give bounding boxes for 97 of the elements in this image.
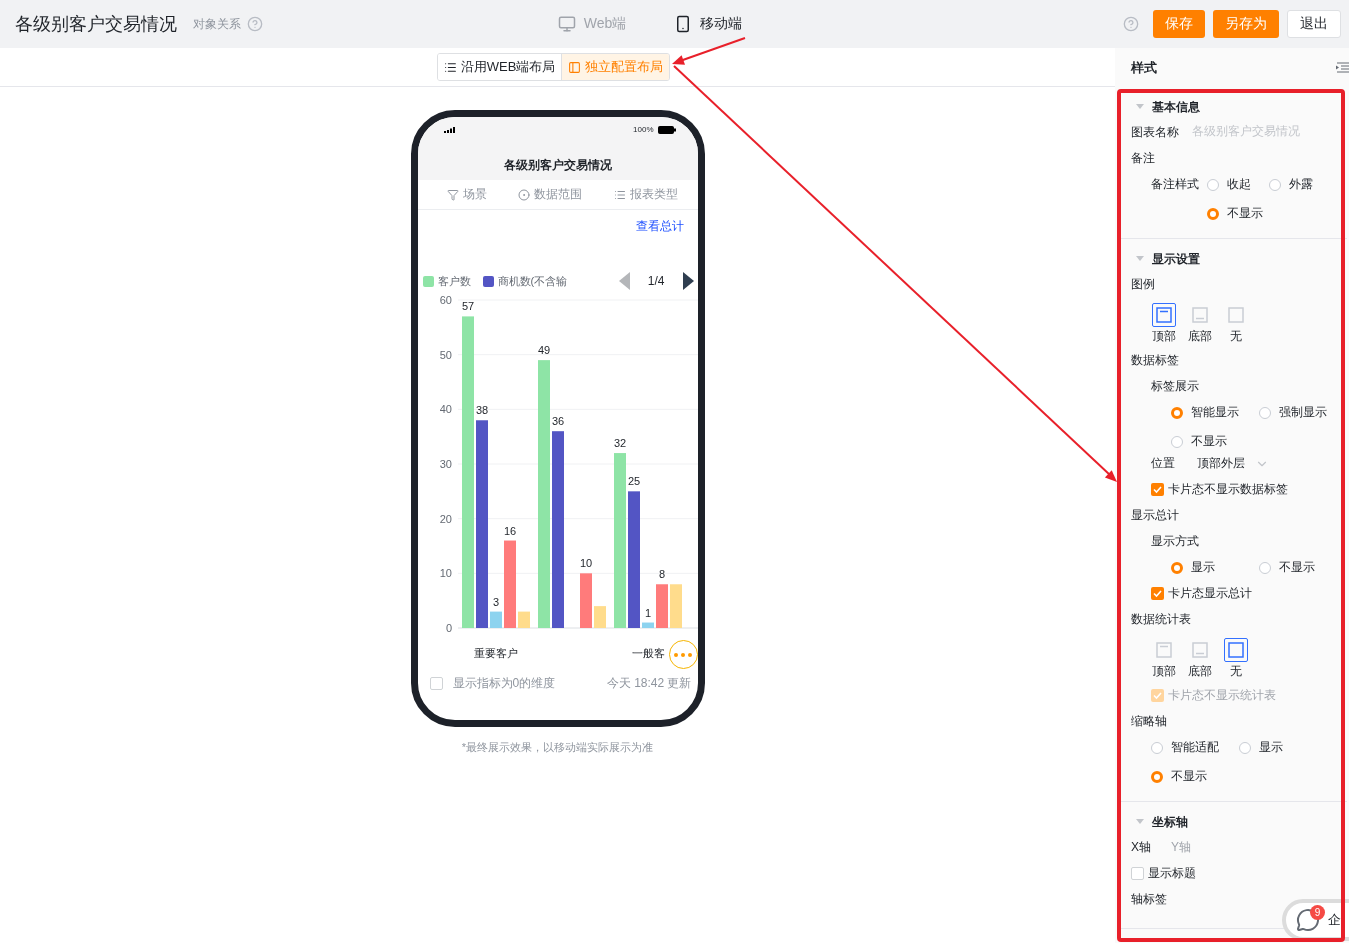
group-label: 轴标签	[1131, 891, 1167, 908]
preview-note: *最终展示效果，以移动端实际展示为准	[461, 740, 654, 755]
legend-label: 商机数(不含输	[497, 273, 568, 289]
radio-option[interactable]: 强制显示	[1259, 404, 1339, 421]
top-layout-icon	[1156, 307, 1172, 323]
radio-option[interactable]: 显示	[1171, 559, 1251, 576]
checkbox-option[interactable]: 卡片态不显示数据标签	[1151, 481, 1288, 498]
legend-label: 客户数	[437, 273, 471, 289]
data-label: 10	[579, 557, 592, 570]
view-total-link[interactable]: 查看总计	[635, 218, 684, 235]
update-time: 今天 18:42 更新	[606, 675, 692, 692]
data-label: 57	[461, 300, 474, 313]
checkmark-icon	[1153, 691, 1162, 700]
list-icon	[443, 60, 457, 74]
empty-layout-icon	[1228, 307, 1244, 323]
radio-option[interactable]: 收起	[1207, 176, 1261, 193]
layout-option[interactable]: 顶部	[1151, 638, 1177, 680]
data-label: 1	[644, 606, 651, 619]
data-label: 16	[503, 524, 516, 537]
field-label: 图表名称	[1131, 124, 1179, 141]
collapse-icon[interactable]	[1336, 62, 1349, 73]
section-header[interactable]: 坐标轴	[1131, 810, 1343, 834]
group-label: 数据统计表	[1131, 611, 1191, 628]
data-label: 38	[475, 404, 488, 417]
layout-option[interactable]: 底部	[1187, 638, 1213, 680]
page-indicator: 1/4	[647, 274, 665, 288]
signal-icon	[443, 126, 455, 133]
list-icon	[613, 188, 626, 201]
panel-title: 样式	[1131, 58, 1157, 77]
data-label: 36	[551, 415, 564, 428]
layout-option[interactable]: 底部	[1187, 303, 1213, 345]
monitor-icon	[557, 15, 576, 33]
caret-down-icon	[1136, 819, 1144, 825]
battery-percent: 100%	[633, 125, 654, 134]
more-button[interactable]	[668, 640, 698, 669]
checkbox-option[interactable]: 显示标题	[1131, 865, 1196, 882]
battery-icon	[657, 125, 676, 134]
filter-icon	[447, 188, 460, 201]
group-label: 数据标签	[1131, 352, 1179, 369]
caret-down-icon	[1136, 256, 1144, 262]
data-label: 3	[492, 595, 499, 608]
data-label: 32	[613, 437, 626, 450]
section-header[interactable]: 基本信息	[1131, 95, 1343, 119]
bar	[669, 584, 682, 628]
radio-option[interactable]: 不显示	[1151, 768, 1231, 785]
axis-tick-label: 40	[439, 403, 452, 416]
group-label: 图例	[1131, 276, 1155, 293]
axis-tick-label: 50	[439, 348, 452, 361]
position-select[interactable]: 顶部外层	[1197, 455, 1269, 472]
top-layout-icon	[1156, 642, 1172, 658]
field-label: 位置	[1151, 455, 1175, 472]
axis-tick-label: 30	[439, 458, 452, 470]
layout-option[interactable]: 无	[1223, 303, 1249, 345]
chat-label: 企	[1328, 911, 1341, 929]
target-icon	[518, 188, 531, 201]
radio-option[interactable]: 显示	[1239, 739, 1319, 756]
data-label: 8	[658, 568, 665, 581]
exit-button[interactable]: 退出	[1287, 10, 1341, 38]
radio-option[interactable]: 外露	[1269, 176, 1323, 193]
layout-icon	[568, 60, 582, 74]
next-page-button[interactable]	[682, 272, 694, 290]
page-title: 各级别客户交易情况	[15, 13, 177, 36]
data-label: 25	[627, 475, 640, 488]
group-label: 缩略轴	[1131, 713, 1167, 730]
radio-option[interactable]: 不显示	[1259, 559, 1339, 576]
help-icon[interactable]	[1123, 16, 1139, 32]
axis-tick-label: 60	[439, 294, 452, 306]
axis-tick-label: 10	[439, 567, 452, 580]
group-label: 显示总计	[1131, 507, 1179, 524]
checkmark-icon	[1153, 485, 1162, 494]
badge-count: 9	[1310, 905, 1325, 920]
report-title: 各级别客户交易情况	[502, 157, 613, 174]
data-label: 49	[537, 344, 550, 357]
option-label: 备注样式	[1151, 176, 1199, 193]
caret-down-icon	[1136, 104, 1144, 110]
section-header[interactable]: 显示设置	[1131, 247, 1343, 271]
group-label: 标签展示	[1151, 378, 1199, 395]
chat-icon	[1296, 908, 1320, 932]
category-label: 一般客	[631, 647, 664, 659]
view-tab[interactable]: 移动端	[668, 14, 749, 34]
radio-option[interactable]: 智能适配	[1151, 739, 1231, 756]
axis-tick-label: 20	[439, 512, 452, 525]
group-label: 显示方式	[1151, 533, 1199, 550]
axis-tab[interactable]: X轴	[1131, 839, 1151, 856]
radio-option[interactable]: 不显示	[1171, 433, 1251, 450]
checkmark-icon	[1153, 589, 1162, 598]
group-label: 备注	[1131, 150, 1155, 167]
checkbox-option[interactable]: 卡片态显示总计	[1151, 585, 1252, 602]
empty-layout-icon	[1228, 642, 1244, 658]
bottom-layout-icon	[1192, 307, 1208, 323]
bottom-layout-icon	[1192, 642, 1208, 658]
axis-tick-label: 0	[445, 622, 452, 634]
radio-option[interactable]: 不显示	[1207, 205, 1263, 222]
help-icon[interactable]	[247, 16, 263, 32]
layout-toggle[interactable]: 沿用WEB端布局	[437, 54, 563, 80]
radio-option[interactable]: 智能显示	[1171, 404, 1251, 421]
category-label: 重要客户	[473, 647, 518, 659]
